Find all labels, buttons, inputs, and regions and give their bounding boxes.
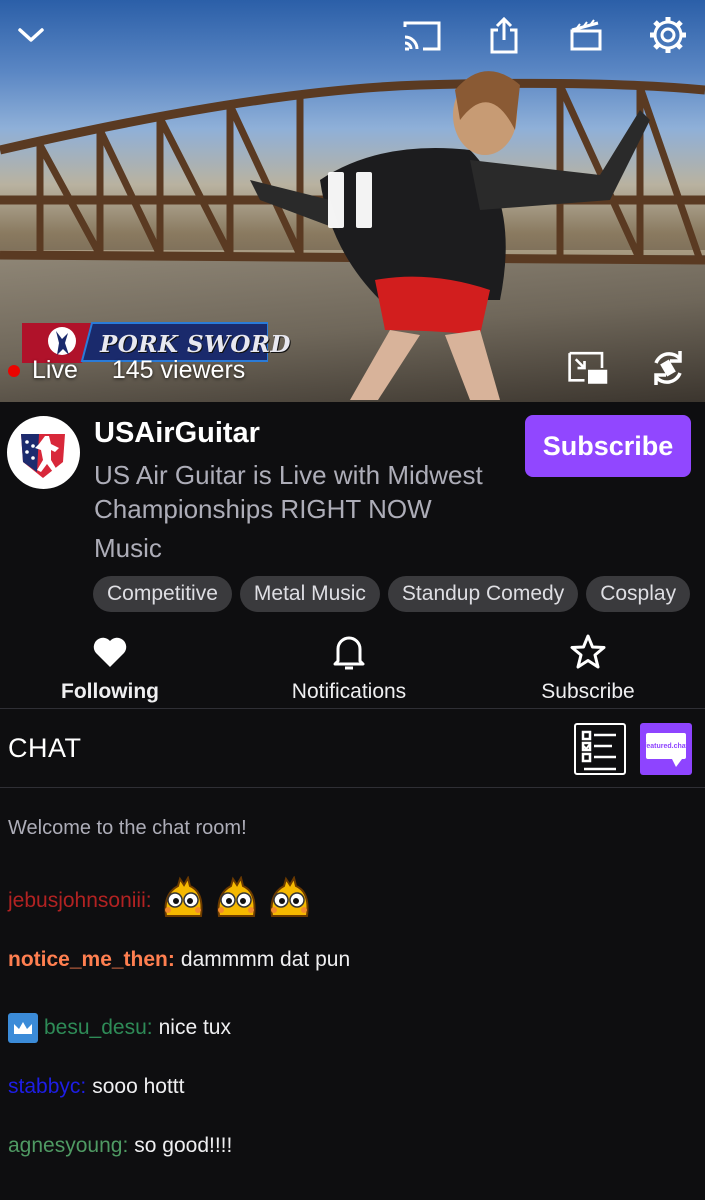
share-button[interactable]: [483, 14, 525, 56]
channel-avatar[interactable]: [7, 416, 80, 489]
chat-message: agnesyoung: so good!!!!: [8, 1134, 233, 1158]
following-button[interactable]: Following: [0, 628, 220, 704]
video-player[interactable]: PORK SWORD Live 145 viewers: [0, 0, 705, 402]
rotate-icon: [654, 351, 682, 385]
settings-button[interactable]: [647, 14, 689, 56]
chat-message: besu_desu: nice tux: [8, 1013, 231, 1043]
chat-username[interactable]: stabbyc: [8, 1075, 80, 1099]
chat-username[interactable]: besu_desu: [44, 1016, 147, 1040]
checklist-icon: [581, 730, 616, 771]
chat-title: CHAT: [8, 733, 82, 763]
sponsor-text: PORK SWORD: [100, 331, 291, 358]
share-icon: [490, 16, 518, 54]
star-icon: [570, 634, 606, 669]
featured-chat-button[interactable]: featured.chat: [640, 723, 692, 775]
channel-logo: [7, 416, 80, 489]
chat-message: notice_me_then: dammmm dat pun: [8, 948, 351, 972]
chat-text: dammmm dat pun: [180, 948, 351, 971]
following-label: Following: [61, 680, 159, 703]
tag-chip[interactable]: Competitive: [93, 576, 232, 612]
tag-chip[interactable]: Standup Comedy: [387, 576, 579, 612]
tag-list: Competitive Metal Music Standup Comedy C…: [93, 576, 691, 612]
stream-title: US Air Guitar is Live with Midwest Champ…: [94, 460, 483, 524]
viewer-count: 145 viewers: [111, 356, 246, 384]
chat-text: so good!!!!: [134, 1134, 233, 1157]
clapperboard-icon: [570, 19, 602, 51]
channel-actions: Following Notifications Subscribe: [0, 628, 705, 708]
live-status: Live 145 viewers: [8, 356, 245, 385]
chat-username[interactable]: agnesyoung: [8, 1134, 122, 1158]
picture-in-picture-button[interactable]: [567, 347, 609, 389]
picture-in-picture-icon: [568, 351, 608, 384]
emote-icon: [164, 876, 203, 917]
subscribe-action-button[interactable]: Subscribe: [478, 628, 698, 704]
tag-chip[interactable]: Cosplay: [586, 576, 691, 612]
cast-button[interactable]: [401, 14, 443, 56]
chat-text: nice tux: [158, 1016, 231, 1039]
pause-icon: [328, 172, 344, 228]
player-top-toolbar: [401, 14, 689, 56]
notifications-label: Notifications: [291, 680, 407, 703]
pause-button[interactable]: [322, 172, 378, 230]
clip-button[interactable]: [565, 14, 607, 56]
tag-chip[interactable]: Metal Music: [239, 576, 380, 612]
divider: [0, 787, 705, 788]
subscribe-action-label: Subscribe: [541, 680, 635, 703]
chat-message: stabbyc: sooo hottt: [8, 1075, 185, 1099]
player-bottom-toolbar: [567, 347, 689, 389]
chat-username[interactable]: notice_me_then: [8, 948, 168, 972]
heart-icon: [93, 637, 127, 667]
notifications-button[interactable]: Notifications: [239, 628, 459, 704]
chat-rules-button[interactable]: [574, 723, 626, 775]
speech-bubble-icon: [672, 759, 682, 767]
chat-welcome-message: Welcome to the chat room!: [8, 817, 247, 839]
live-dot-icon: [8, 364, 20, 377]
collapse-player-button[interactable]: [10, 14, 52, 56]
crown-badge-icon: [8, 1013, 38, 1043]
divider: [0, 708, 705, 709]
chevron-down-icon: [18, 28, 44, 42]
bell-icon: [333, 636, 365, 670]
chat-text: sooo hottt: [92, 1075, 185, 1098]
cast-icon: [403, 21, 441, 51]
channel-name[interactable]: USAirGuitar: [94, 417, 260, 450]
live-label: Live: [32, 356, 78, 384]
rotate-button[interactable]: [647, 347, 689, 389]
emote-icon: [217, 876, 256, 917]
stream-category[interactable]: Music: [94, 533, 162, 564]
emote-icon: [270, 876, 309, 917]
gear-icon: [650, 17, 686, 53]
subscribe-button[interactable]: Subscribe: [525, 415, 691, 477]
chat-username[interactable]: jebusjohnsoniii: [8, 889, 146, 913]
chat-message: jebusjohnsoniii:: [8, 876, 317, 926]
